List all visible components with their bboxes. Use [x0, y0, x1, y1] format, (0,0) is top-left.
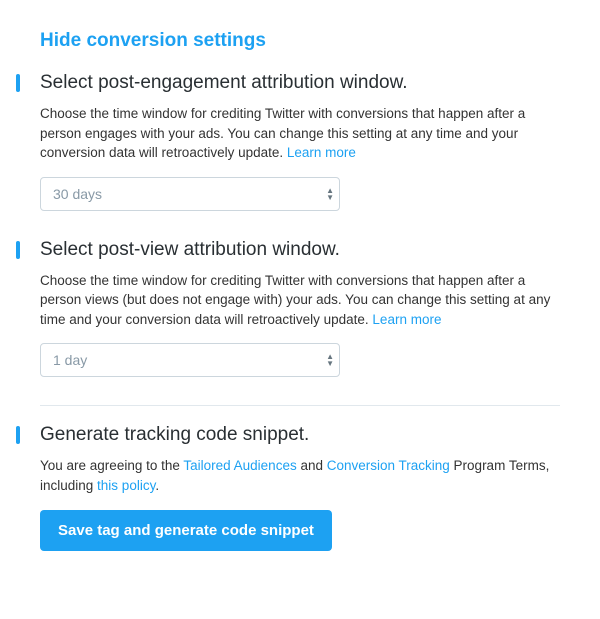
post-engagement-description: Choose the time window for crediting Twi…: [40, 104, 560, 163]
post-view-window-select[interactable]: 1 day: [40, 343, 340, 377]
divider: [40, 405, 560, 406]
generate-snippet-section: Generate tracking code snippet. You are …: [40, 424, 560, 550]
learn-more-link[interactable]: Learn more: [372, 312, 441, 327]
terms-text: You are agreeing to the Tailored Audienc…: [40, 456, 560, 495]
post-view-section: Select post-view attribution window. Cho…: [40, 239, 560, 378]
post-view-description: Choose the time window for crediting Twi…: [40, 271, 560, 330]
learn-more-link[interactable]: Learn more: [287, 145, 356, 160]
post-engagement-section: Select post-engagement attribution windo…: [40, 72, 560, 211]
this-policy-link[interactable]: this policy: [97, 478, 155, 493]
post-view-window-value: 1 day: [53, 352, 87, 368]
post-engagement-window-select[interactable]: 30 days: [40, 177, 340, 211]
post-engagement-window-value: 30 days: [53, 186, 102, 202]
post-engagement-heading: Select post-engagement attribution windo…: [40, 72, 560, 94]
post-view-heading: Select post-view attribution window.: [40, 239, 560, 261]
tailored-audiences-link[interactable]: Tailored Audiences: [183, 458, 296, 473]
hide-conversion-settings-link[interactable]: Hide conversion settings: [40, 30, 560, 52]
save-tag-generate-snippet-button[interactable]: Save tag and generate code snippet: [40, 510, 332, 551]
generate-snippet-heading: Generate tracking code snippet.: [40, 424, 560, 446]
conversion-tracking-link[interactable]: Conversion Tracking: [327, 458, 450, 473]
